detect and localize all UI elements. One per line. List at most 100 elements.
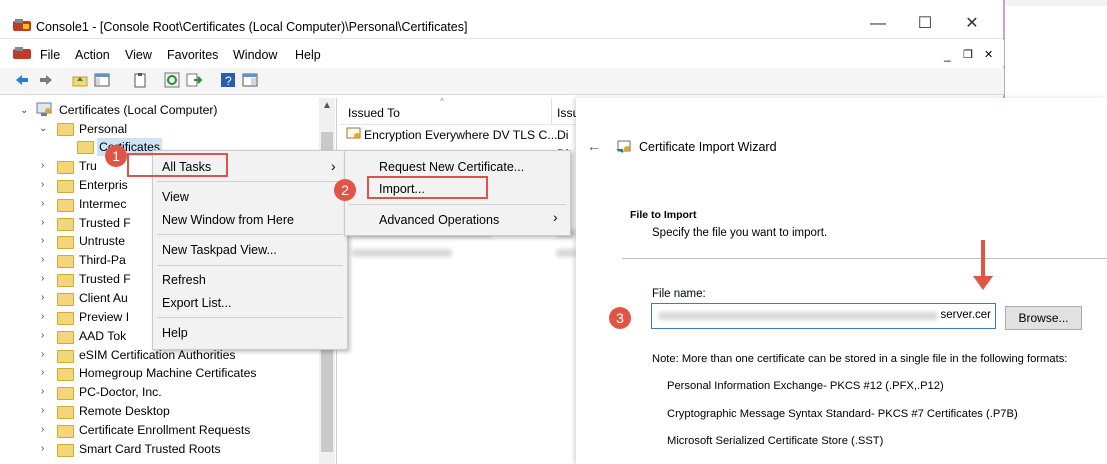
chevron-right-icon[interactable]: › — [41, 405, 44, 416]
help-icon[interactable]: ? — [220, 72, 236, 88]
folder-icon — [57, 161, 74, 174]
chevron-right-icon[interactable]: › — [41, 349, 44, 360]
folder-icon — [57, 236, 74, 249]
minimize-button[interactable]: — — [868, 14, 888, 34]
scroll-up-icon[interactable]: ▲ — [322, 100, 332, 111]
refresh-icon[interactable] — [164, 72, 180, 88]
up-folder-icon[interactable] — [72, 72, 88, 88]
menu-item-refresh[interactable]: Refresh — [162, 273, 206, 287]
section-title: File to Import — [630, 209, 697, 221]
menu-item-export-list[interactable]: Export List... — [162, 296, 231, 310]
properties-pane-icon[interactable] — [242, 72, 258, 88]
annotation-arrow-head — [973, 276, 993, 290]
tree-item[interactable]: Remote Desktop — [79, 402, 170, 420]
show-hide-tree-icon[interactable] — [94, 72, 110, 88]
close-button[interactable]: ✕ — [962, 14, 982, 34]
maximize-button[interactable]: ☐ — [915, 14, 935, 34]
list-row-name[interactable]: Encryption Everywhere DV TLS C... — [364, 128, 558, 142]
chevron-right-icon[interactable]: › — [41, 386, 44, 397]
menu-item-view[interactable]: View — [162, 190, 189, 204]
chevron-down-icon[interactable]: ⌄ — [20, 105, 28, 116]
context-menu: All Tasks › View New Window from Here Ne… — [152, 150, 348, 350]
inner-close-button[interactable]: ✕ — [984, 48, 993, 61]
file-name-label: File name: — [652, 288, 706, 300]
certificate-icon — [346, 127, 361, 139]
inner-restore-button[interactable]: ❐ — [963, 48, 973, 61]
chevron-right-icon[interactable]: › — [41, 217, 44, 228]
menu-file[interactable]: File — [40, 48, 60, 62]
chevron-right-icon[interactable]: › — [41, 273, 44, 284]
tree-item[interactable]: Third-Pa — [79, 251, 126, 269]
back-arrow-icon[interactable]: ← — [587, 138, 601, 154]
tree-item[interactable]: Certificate Enrollment Requests — [79, 421, 250, 439]
step-badge-2: 2 — [334, 179, 356, 201]
export-list-icon[interactable] — [186, 72, 202, 88]
chevron-right-icon[interactable]: › — [41, 424, 44, 435]
file-name-input[interactable]: server.cer — [651, 303, 996, 329]
chevron-right-icon[interactable]: › — [41, 160, 44, 171]
chevron-down-icon[interactable]: ⌄ — [39, 123, 47, 134]
sort-chevron-icon: ^ — [440, 97, 444, 106]
folder-icon — [57, 274, 74, 287]
menu-separator — [349, 204, 566, 205]
format-sst: Microsoft Serialized Certificate Store (… — [667, 435, 884, 447]
back-arrow-icon[interactable] — [14, 72, 30, 88]
menu-item-advanced-operations[interactable]: Advanced Operations — [379, 213, 499, 227]
inner-minimize-button[interactable]: _ — [944, 48, 951, 62]
chevron-right-icon[interactable]: › — [41, 330, 44, 341]
tree-item[interactable]: Intermec — [79, 195, 126, 213]
certificate-wizard-icon — [616, 140, 631, 153]
list-row-issuer: Di — [557, 128, 569, 142]
submenu-arrow-icon: › — [331, 158, 336, 174]
menu-favorites[interactable]: Favorites — [167, 48, 218, 62]
tree-item[interactable]: Trusted F — [79, 270, 131, 288]
clipboard-icon[interactable] — [132, 72, 148, 88]
tree-item[interactable]: Trusted F — [79, 214, 131, 232]
tree-item[interactable]: PC-Doctor, Inc. — [79, 383, 162, 401]
folder-icon — [57, 444, 74, 457]
forward-arrow-icon[interactable] — [38, 72, 54, 88]
chevron-right-icon[interactable]: › — [41, 198, 44, 209]
menu-item-request-new-certificate[interactable]: Request New Certificate... — [379, 160, 524, 174]
tree-item-personal[interactable]: Personal — [79, 120, 127, 138]
wizard-divider — [622, 258, 1107, 259]
tree-item[interactable]: Untruste — [79, 232, 125, 250]
menu-action[interactable]: Action — [75, 48, 110, 62]
folder-icon — [57, 218, 74, 231]
chevron-right-icon[interactable]: › — [41, 443, 44, 454]
console-menu-icon[interactable] — [12, 46, 32, 60]
tree-item[interactable]: Enterpris — [79, 176, 128, 194]
submenu-arrow-icon: › — [553, 209, 558, 225]
tree-item[interactable]: Smart Card Trusted Roots — [79, 440, 221, 458]
console-app-icon — [13, 19, 31, 31]
window-title: Console1 - [Console Root\Certificates (L… — [36, 20, 468, 34]
menu-window[interactable]: Window — [233, 48, 277, 62]
chevron-right-icon[interactable]: › — [41, 367, 44, 378]
chevron-right-icon[interactable]: › — [41, 311, 44, 322]
chevron-right-icon[interactable]: › — [41, 179, 44, 190]
folder-icon — [57, 180, 74, 193]
folder-icon — [57, 293, 74, 306]
wizard-title: Certificate Import Wizard — [639, 140, 777, 154]
menu-item-help[interactable]: Help — [162, 326, 188, 340]
menu-item-new-window[interactable]: New Window from Here — [162, 213, 294, 227]
column-issued-to[interactable]: Issued To — [348, 106, 400, 120]
menu-help[interactable]: Help — [295, 48, 321, 62]
chevron-right-icon[interactable]: › — [41, 254, 44, 265]
section-description: Specify the file you want to import. — [652, 227, 828, 239]
menu-item-new-taskpad[interactable]: New Taskpad View... — [162, 243, 277, 257]
tree-item[interactable]: Homegroup Machine Certificates — [79, 364, 256, 382]
menu-view[interactable]: View — [125, 48, 152, 62]
tree-item[interactable]: Tru — [79, 157, 97, 175]
menu-separator — [157, 181, 343, 182]
chevron-right-icon[interactable]: › — [41, 235, 44, 246]
toolbar — [0, 68, 1004, 95]
tree-item[interactable]: Preview I — [79, 308, 129, 326]
folder-icon — [57, 406, 74, 419]
tree-item[interactable]: AAD Tok — [79, 327, 126, 345]
menu-separator — [157, 317, 343, 318]
browse-button[interactable]: Browse... — [1005, 306, 1082, 330]
chevron-right-icon[interactable]: › — [41, 292, 44, 303]
tree-root-label[interactable]: Certificates (Local Computer) — [59, 101, 218, 119]
tree-item[interactable]: Client Au — [79, 289, 128, 307]
